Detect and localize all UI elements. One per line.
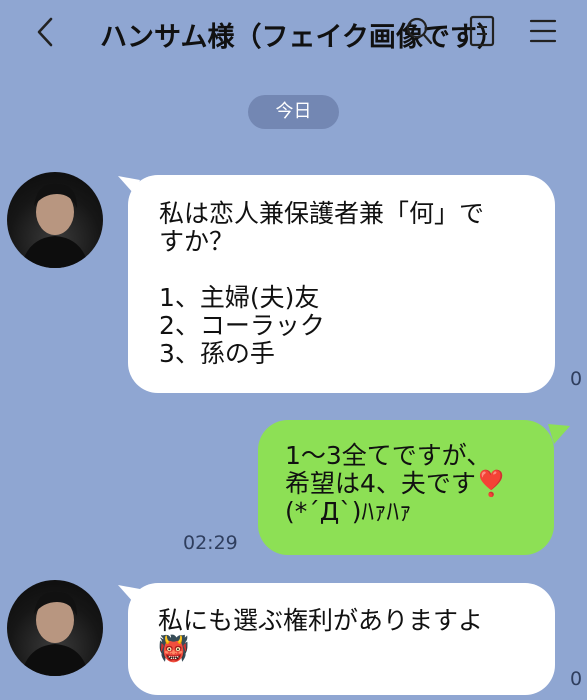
message-bubble-incoming[interactable]: 私にも選ぶ権利がありますよ 👹 [128,583,555,695]
message-text [159,256,529,284]
date-separator: 今日 [248,95,339,129]
search-icon[interactable] [404,14,434,48]
message-text: 私は恋人兼保護者兼「何」で [159,199,485,228]
message-bubble-incoming[interactable]: 私は恋人兼保護者兼「何」で すか？ 1、主婦(夫)友 2、コーラック 3、孫の手 [128,175,555,393]
message-text: 3、孫の手 [159,339,275,368]
bubble-tail [548,424,570,444]
message-text: 1～3全てですが、 [285,441,492,470]
menu-icon[interactable] [528,14,558,48]
avatar[interactable] [7,172,103,268]
message-time: 0 [570,668,583,690]
message-text: 希望は4、夫です❣️ [285,469,508,498]
message-text: すか？ [159,227,235,256]
message-time: 0 [570,368,583,390]
chat-header: ハンサム様（フェイク画像です） [0,0,587,70]
message-text: 1、主婦(夫)友 [159,283,320,312]
message-emoji: 👹 [158,634,190,663]
message-bubble-outgoing[interactable]: 1～3全てですが、 希望は4、夫です❣️ (*´Д`)ﾊｧﾊｧ [258,420,554,555]
message-text: 私にも選ぶ権利がありますよ [158,606,484,635]
note-icon[interactable] [467,14,497,48]
avatar[interactable] [7,580,103,676]
message-time: 02:29 [183,532,238,554]
message-text: 2、コーラック [159,311,325,340]
avatar-portrait-icon [21,591,89,676]
avatar-portrait-icon [21,183,89,268]
chevron-left-icon[interactable] [34,16,56,48]
message-text: (*´Д`)ﾊｧﾊｧ [285,497,412,526]
